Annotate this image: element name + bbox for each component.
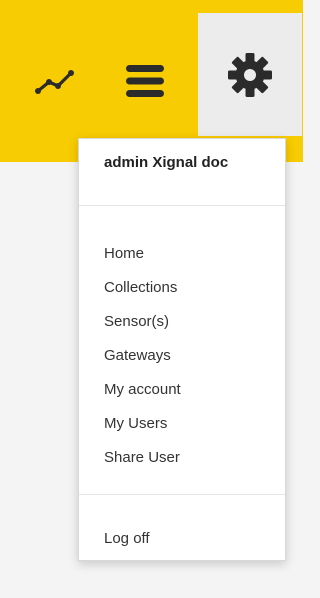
menu-item-home[interactable]: Home xyxy=(79,237,285,271)
user-name-header: admin Xignal doc xyxy=(104,154,229,171)
menu-item-my-account[interactable]: My account xyxy=(79,373,285,407)
settings-button[interactable] xyxy=(198,13,302,136)
menu-item-share-user[interactable]: Share User xyxy=(79,441,285,475)
menu-list: Home Collections Sensor(s) Gateways My a… xyxy=(79,237,285,475)
hamburger-menu-icon xyxy=(126,65,164,97)
page: admin Xignal doc Home Collections Sensor… xyxy=(0,0,303,598)
settings-dropdown-menu: admin Xignal doc Home Collections Sensor… xyxy=(78,138,286,561)
menu-item-my-users[interactable]: My Users xyxy=(79,407,285,441)
log-off-link[interactable]: Log off xyxy=(79,522,285,556)
divider xyxy=(79,494,285,495)
menu-item-gateways[interactable]: Gateways xyxy=(79,339,285,373)
trend-line-icon xyxy=(35,70,74,94)
divider xyxy=(79,205,285,206)
menu-item-collections[interactable]: Collections xyxy=(79,271,285,305)
menu-item-sensors[interactable]: Sensor(s) xyxy=(79,305,285,339)
gear-icon xyxy=(228,52,272,97)
